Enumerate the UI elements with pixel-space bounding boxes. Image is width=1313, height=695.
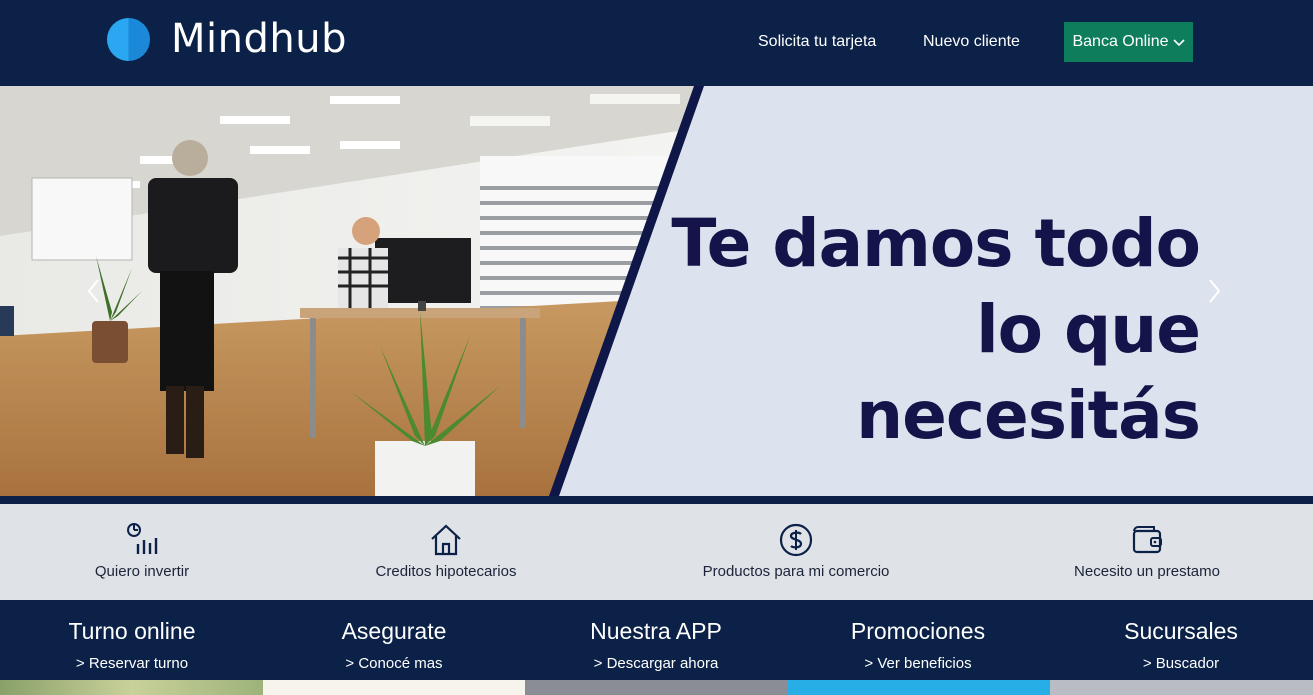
card-image[interactable] [525,680,788,695]
chevron-right-icon[interactable] [1204,276,1224,306]
service-title: Asegurate [341,618,447,644]
service-link[interactable]: > Conocé mas [263,646,525,682]
quick-link-comercio[interactable]: Productos para mi comercio [692,522,900,580]
service-promociones: Promociones > Ver beneficios [787,616,1049,682]
quick-links-bar: Quiero invertir Creditos hipotecarios Pr… [0,504,1313,600]
service-link[interactable]: > Reservar turno [1,646,263,682]
nav-solicita-tarjeta[interactable]: Solicita tu tarjeta [758,33,876,51]
banca-online-label: Banca Online [1072,33,1169,50]
service-title: Nuestra APP [590,618,722,644]
hero-carousel: Te damos todo lo que necesitás [0,86,1313,496]
card-image[interactable] [788,680,1050,695]
banca-online-button[interactable]: Banca Online [1064,22,1193,62]
services-strip: Turno online > Reservar turno Asegurate … [0,600,1313,680]
service-title: Sucursales [1124,618,1238,644]
quick-link-hipotecarios[interactable]: Creditos hipotecarios [366,522,526,580]
chevron-down-icon [1172,39,1185,47]
house-icon [431,524,461,556]
service-link[interactable]: > Buscador [1050,646,1312,682]
quick-link-comercio-label: Productos para mi comercio [702,563,890,580]
card-image[interactable] [0,680,263,695]
service-turno-online: Turno online > Reservar turno [1,616,263,682]
brand-logo[interactable]: Mindhub [107,16,347,62]
service-title: Promociones [850,618,986,644]
quick-link-invertir-label: Quiero invertir [94,563,190,580]
hero-bottom-border [0,496,1313,504]
card-image[interactable] [263,680,525,695]
hero-headline: Te damos todo lo que necesitás [640,201,1201,459]
quick-link-prestamo-label: Necesito un prestamo [1074,563,1220,580]
service-title: Turno online [68,618,196,644]
image-cards-row [0,680,1313,695]
dollar-circle-icon [779,523,813,557]
site-header: Mindhub Solicita tu tarjeta Nuevo client… [0,0,1313,86]
service-link[interactable]: > Ver beneficios [787,646,1049,682]
quick-link-hipotecarios-label: Creditos hipotecarios [375,563,517,580]
service-sucursales: Sucursales > Buscador [1050,616,1312,682]
service-nuestra-app: Nuestra APP > Descargar ahora [525,616,787,682]
investment-chart-icon [127,523,158,554]
card-image[interactable] [1050,680,1313,695]
hero-headline-line-1: Te damos todo [671,205,1201,282]
chevron-left-icon[interactable] [84,276,104,306]
hero-headline-line-2: lo que necesitás [856,291,1201,454]
service-asegurate: Asegurate > Conocé mas [263,616,525,682]
logo-circle-icon [107,17,150,61]
wallet-icon [1132,526,1162,554]
quick-link-prestamo[interactable]: Necesito un prestamo [1064,522,1230,580]
quick-link-invertir[interactable]: Quiero invertir [80,522,204,580]
service-link[interactable]: > Descargar ahora [525,646,787,682]
nav-nuevo-cliente[interactable]: Nuevo cliente [923,33,1020,51]
brand-name: Mindhub [171,16,347,62]
